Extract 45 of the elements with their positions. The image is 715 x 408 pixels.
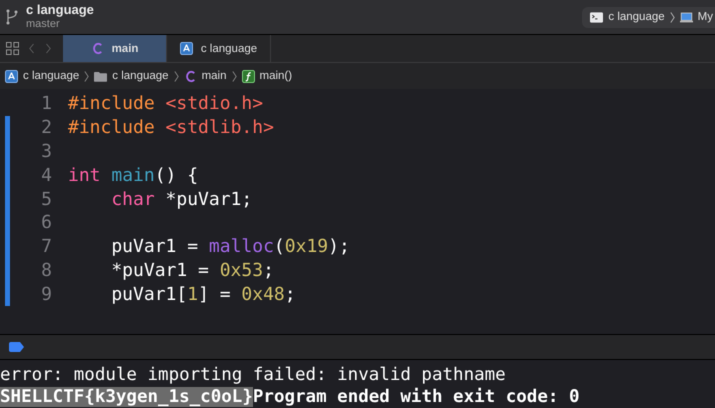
line-number: 7 (40, 236, 53, 258)
code-line: char *puVar1; (110, 188, 252, 210)
scheme-selector[interactable]: c language My (582, 6, 715, 28)
laptop-icon (680, 10, 693, 24)
line-number: 6 (40, 212, 53, 234)
breadcrumb-item[interactable]: c language (5, 70, 80, 82)
console-text: error: module importing failed: invalid pathname (0, 365, 506, 385)
editor-tab[interactable]: main (63, 35, 167, 62)
line-number: 2 (40, 117, 53, 138)
project-icon (5, 70, 18, 82)
breadcrumb-item[interactable]: main() (242, 70, 292, 82)
line-number: 4 (40, 164, 53, 186)
line-number: 5 (40, 188, 53, 210)
breadcrumb-item[interactable]: c language (94, 70, 169, 82)
line-number: 3 (40, 140, 53, 162)
breakpoint-icon[interactable] (8, 342, 24, 352)
terminal-icon (590, 10, 604, 24)
c-file-icon (184, 70, 197, 82)
chevron-icon (232, 70, 236, 82)
code-line: puVar1[1] = 0x48; (110, 284, 296, 305)
code-line: int main() { (68, 164, 198, 186)
c-file-icon (90, 42, 104, 55)
code-line: #include <stdio.h> (68, 93, 264, 114)
folder-icon (94, 70, 108, 82)
grid-icon[interactable] (6, 42, 19, 55)
back-icon[interactable] (29, 43, 35, 54)
code-line: puVar1 = malloc(0x19); (110, 236, 350, 258)
chevron-icon (84, 70, 90, 82)
breadcrumb-item[interactable]: main (184, 70, 226, 82)
code-line: *puVar1 = 0x53; (110, 260, 274, 281)
console-text: Program ended with exit code: 0 (252, 387, 580, 407)
chevron-icon (670, 10, 675, 24)
branch-icon (6, 9, 18, 25)
function-icon (242, 70, 254, 82)
project-icon (180, 42, 193, 55)
project-name: c language (26, 3, 94, 17)
code-line: #include <stdlib.h> (68, 117, 274, 138)
editor-tab[interactable]: c language (167, 35, 271, 62)
line-number: 1 (40, 93, 53, 114)
line-number: 9 (40, 284, 53, 305)
console-text: SHELLCTF{k3ygen_1s_c0oL} (0, 387, 253, 407)
branch-name: master (26, 17, 61, 31)
line-number: 8 (40, 260, 53, 281)
chevron-icon (174, 70, 179, 82)
forward-icon[interactable] (45, 43, 51, 54)
